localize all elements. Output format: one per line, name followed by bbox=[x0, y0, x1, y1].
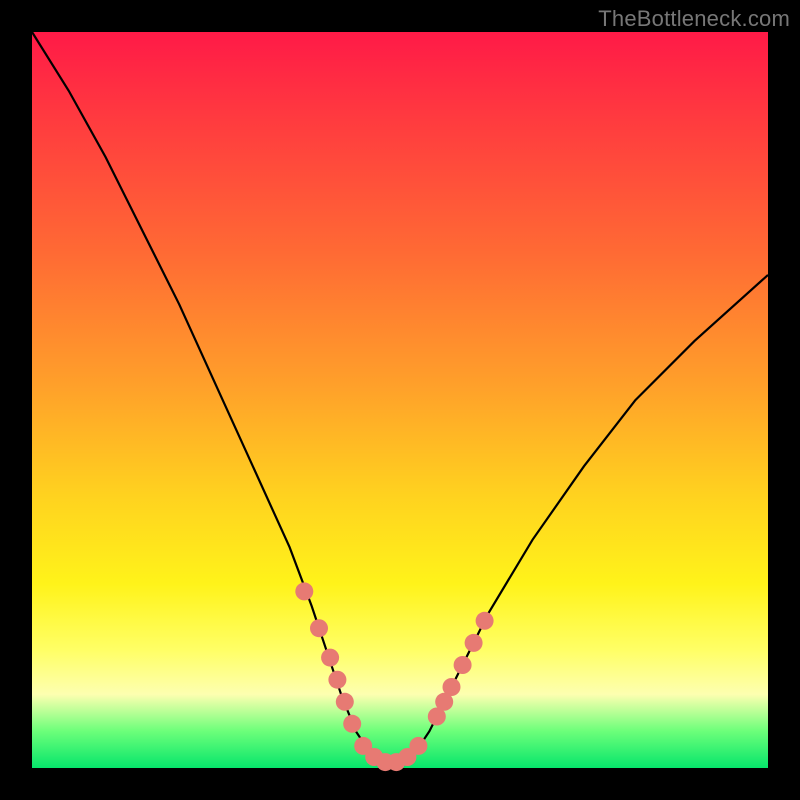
highlight-dot bbox=[476, 612, 494, 630]
chart-frame: TheBottleneck.com bbox=[0, 0, 800, 800]
highlight-dot bbox=[443, 678, 461, 696]
highlight-dot bbox=[465, 634, 483, 652]
highlight-dot bbox=[343, 715, 361, 733]
valley-curve bbox=[32, 32, 768, 768]
highlight-dot bbox=[321, 649, 339, 667]
highlight-dots-group bbox=[295, 582, 493, 771]
highlight-dot bbox=[409, 737, 427, 755]
highlight-dot bbox=[454, 656, 472, 674]
highlight-dot bbox=[310, 619, 328, 637]
watermark-text: TheBottleneck.com bbox=[598, 6, 790, 32]
curve-layer bbox=[32, 32, 768, 768]
highlight-dot bbox=[328, 671, 346, 689]
plot-area bbox=[32, 32, 768, 768]
highlight-dot bbox=[295, 582, 313, 600]
highlight-dot bbox=[336, 693, 354, 711]
